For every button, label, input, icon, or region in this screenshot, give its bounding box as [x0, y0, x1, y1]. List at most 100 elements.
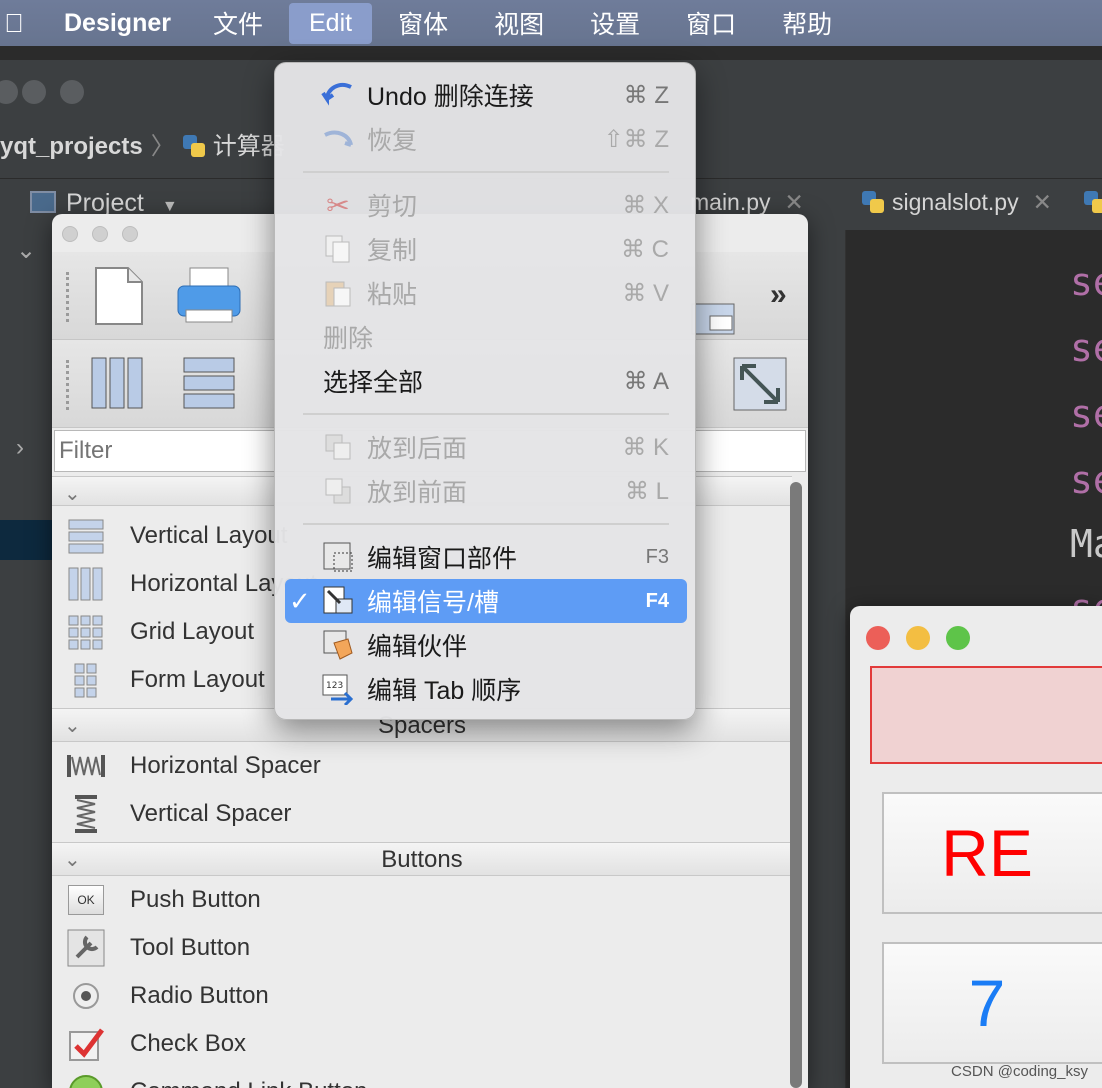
menu-item-label: 剪切 — [367, 193, 418, 221]
app-name-menu[interactable]: Designer — [64, 9, 171, 38]
menu-item-label: 放到前面 — [367, 479, 468, 507]
menu-item-redo[interactable]: 恢复 ⇧⌘ Z — [285, 117, 687, 161]
checkmark-icon: ✓ — [289, 585, 311, 616]
code-line: se — [1070, 392, 1102, 436]
toolbar-grip[interactable] — [66, 272, 70, 322]
form-layout-tool-icon[interactable] — [690, 302, 736, 336]
check-box-icon — [66, 1024, 106, 1064]
menu-item-send-to-back[interactable]: 放到后面 ⌘ K — [285, 425, 687, 469]
menu-shortcut: F4 — [645, 589, 669, 612]
menu-item-label: 粘贴 — [367, 281, 418, 309]
chevron-down-icon[interactable]: ⌄ — [16, 236, 36, 265]
widget-push-button[interactable]: OK Push Button — [66, 878, 766, 922]
tab-overflow[interactable] — [1084, 189, 1102, 216]
paste-icon — [321, 276, 355, 310]
form-preview-window: RE 7 — [850, 606, 1102, 1088]
calculator-display[interactable] — [870, 666, 1102, 764]
menu-view[interactable]: 视图 — [474, 0, 564, 47]
menu-window[interactable]: 窗口 — [666, 0, 756, 47]
breadcrumb-separator-icon: 〉 — [150, 133, 175, 160]
tab-signalslot-py[interactable]: signalslot.py ✕ — [862, 189, 1052, 216]
watermark: CSDN @coding_ksy — [951, 1063, 1088, 1080]
widget-vertical-spacer[interactable]: Vertical Spacer — [66, 792, 766, 836]
menu-shortcut: F3 — [645, 545, 669, 568]
horizontal-layout-tool-icon[interactable] — [90, 356, 144, 410]
toolbar-grip[interactable] — [66, 360, 70, 410]
menu-separator — [303, 413, 669, 415]
widget-horizontal-spacer[interactable]: Horizontal Spacer — [66, 744, 766, 788]
menu-item-label: 编辑窗口部件 — [367, 545, 518, 573]
widget-label: Command Link Button — [130, 1078, 367, 1088]
widgetbox-close-button[interactable] — [62, 226, 78, 242]
scissors-icon: ✂ — [326, 189, 350, 221]
python-file-icon — [1084, 191, 1102, 213]
menu-item-edit-tab-order[interactable]: 123 编辑 Tab 顺序 — [285, 667, 687, 711]
menu-item-copy[interactable]: 复制 ⌘ C — [285, 227, 687, 271]
menu-item-label: 编辑 Tab 顺序 — [367, 677, 522, 705]
widgetbox-zoom-button[interactable] — [122, 226, 138, 242]
menu-settings[interactable]: 设置 — [570, 0, 660, 47]
ide-close-button[interactable] — [0, 80, 18, 104]
menu-item-label: 放到后面 — [367, 435, 468, 463]
breadcrumb-project[interactable]: yqt_projects — [0, 133, 143, 160]
chevron-down-icon: ⌄ — [64, 849, 81, 871]
menu-item-delete[interactable]: 删除 — [285, 315, 687, 359]
menu-item-label: 删除 — [323, 325, 374, 353]
vertical-layout-tool-icon[interactable] — [182, 356, 236, 410]
category-buttons[interactable]: ⌄ Buttons — [52, 842, 792, 876]
menu-edit[interactable]: Edit — [289, 2, 373, 44]
re-button[interactable]: RE — [882, 792, 1102, 914]
widget-label: Push Button — [130, 886, 261, 913]
close-tab-icon[interactable]: ✕ — [1033, 189, 1052, 215]
adjust-size-icon[interactable] — [732, 356, 788, 412]
widgetbox-minimize-button[interactable] — [92, 226, 108, 242]
edit-buddies-icon — [321, 628, 355, 662]
widget-tool-button[interactable]: Tool Button — [66, 926, 766, 970]
toolbar-overflow-icon[interactable]: » — [770, 278, 787, 312]
widget-command-link-button[interactable]: Command Link Button — [66, 1070, 766, 1088]
widget-label: Vertical Spacer — [130, 800, 292, 827]
ide-zoom-button[interactable] — [60, 80, 84, 104]
menu-form[interactable]: 窗体 — [378, 0, 468, 47]
menu-shortcut: ⌘ L — [624, 477, 669, 505]
print-icon[interactable] — [176, 266, 242, 326]
widget-radio-button[interactable]: Radio Button — [66, 974, 766, 1018]
radio-button-icon — [66, 976, 106, 1016]
form-zoom-button[interactable] — [946, 626, 970, 650]
sidebar-selected-row[interactable] — [0, 520, 52, 560]
menu-shortcut: ⌘ K — [622, 433, 669, 461]
menu-help[interactable]: 帮助 — [762, 0, 852, 47]
form-minimize-button[interactable] — [906, 626, 930, 650]
svg-text:123: 123 — [326, 681, 343, 691]
ide-minimize-button[interactable] — [22, 80, 46, 104]
form-close-button[interactable] — [866, 626, 890, 650]
seven-button[interactable]: 7 — [882, 942, 1102, 1064]
chevron-right-icon[interactable]: › — [16, 434, 24, 462]
widget-label: Grid Layout — [130, 618, 255, 645]
menu-file[interactable]: 文件 — [193, 0, 283, 47]
horizontal-layout-icon — [66, 564, 106, 604]
apple-icon[interactable]:  — [0, 8, 34, 39]
menu-item-bring-to-front[interactable]: 放到前面 ⌘ L — [285, 469, 687, 513]
menu-item-undo[interactable]: Undo 删除连接 ⌘ Z — [285, 73, 687, 117]
edit-menu-dropdown: Undo 删除连接 ⌘ Z 恢复 ⇧⌘ Z ✂ 剪切 ⌘ X 复制 ⌘ C 粘贴… — [274, 62, 696, 720]
menu-item-edit-widgets[interactable]: 编辑窗口部件 F3 — [285, 535, 687, 579]
new-file-icon[interactable] — [92, 266, 144, 326]
menu-item-select-all[interactable]: 选择全部 ⌘ A — [285, 359, 687, 403]
chevron-down-icon: ⌄ — [64, 483, 81, 505]
close-tab-icon[interactable]: ✕ — [785, 189, 804, 215]
send-to-back-icon — [321, 430, 355, 464]
project-tab-label: Project — [66, 189, 144, 217]
menu-item-cut[interactable]: ✂ 剪切 ⌘ X — [285, 183, 687, 227]
menu-separator — [303, 523, 669, 525]
menu-item-paste[interactable]: 粘贴 ⌘ V — [285, 271, 687, 315]
tab-main-py[interactable]: main.py ✕ — [690, 189, 804, 216]
dropdown-icon[interactable]: ▼ — [162, 198, 178, 215]
widget-box-scrollbar[interactable] — [790, 482, 802, 1088]
widget-check-box[interactable]: Check Box — [66, 1022, 766, 1066]
menu-item-edit-buddies[interactable]: 编辑伙伴 — [285, 623, 687, 667]
menu-bar:  Designer 文件 Edit 窗体 视图 设置 窗口 帮助 — [0, 0, 1102, 46]
menu-shortcut: ⌘ C — [621, 235, 669, 263]
menu-item-edit-signals-slots[interactable]: ✓ 编辑信号/槽 F4 — [285, 579, 687, 623]
push-button-icon-text: OK — [68, 885, 104, 915]
